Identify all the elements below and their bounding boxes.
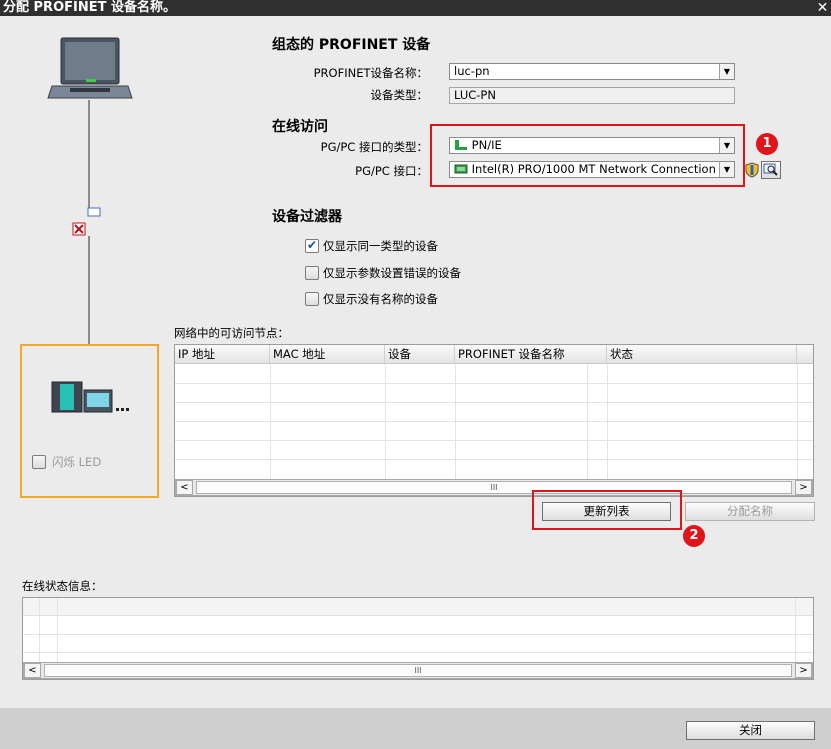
shield-icon[interactable]	[744, 162, 760, 178]
nodes-caption: 网络中的可访问节点：	[174, 326, 289, 340]
close-button[interactable]: 关闭	[686, 721, 815, 740]
network-switch-icon	[87, 207, 101, 217]
nodes-table-header: IP 地址 MAC 地址 设备 PROFINET 设备名称 状态	[175, 345, 813, 364]
annotation-badge-1: 1	[756, 133, 778, 155]
device-filter-title: 设备过滤器	[272, 209, 342, 225]
close-icon[interactable]: ✕	[814, 0, 831, 16]
device-preview-box	[20, 344, 159, 498]
col-ip[interactable]: IP 地址	[175, 345, 270, 364]
filter-param-error-label: 仅显示参数设置错误的设备	[323, 266, 461, 280]
status-info-caption: 在线状态信息：	[22, 579, 103, 593]
scroll-thumb[interactable]: III	[196, 481, 792, 494]
device-name-value: luc-pn	[454, 64, 490, 78]
filter-same-type-label: 仅显示同一类型的设备	[323, 239, 438, 253]
flash-led-checkbox[interactable]	[32, 455, 46, 469]
topology-graphic	[47, 37, 133, 217]
chevron-down-icon[interactable]: ▼	[719, 64, 734, 79]
online-access-title: 在线访问	[272, 119, 328, 135]
plc-device-icon	[51, 381, 129, 413]
device-name-label: PROFINET设备名称：	[313, 66, 428, 80]
assign-name-button[interactable]: 分配名称	[685, 502, 815, 521]
col-status[interactable]: 状态	[607, 345, 797, 364]
filter-no-name-label: 仅显示没有名称的设备	[323, 292, 438, 306]
col-device[interactable]: 设备	[385, 345, 455, 364]
device-type-label: 设备类型：	[370, 88, 429, 102]
flash-led-label: 闪烁 LED	[52, 455, 102, 469]
filter-no-name-checkbox[interactable]	[305, 292, 319, 306]
filter-param-error-checkbox[interactable]	[305, 266, 319, 280]
annotation-box-1	[430, 124, 745, 187]
search-icon	[763, 163, 778, 176]
status-info-grid[interactable]: < III >	[22, 597, 814, 680]
pgpc-interface-label: PG/PC 接口：	[355, 164, 428, 178]
configured-device-title: 组态的 PROFINET 设备	[272, 37, 431, 53]
filter-same-type-checkbox[interactable]	[305, 238, 319, 253]
window-title: 分配 PROFINET 设备名称。	[0, 0, 831, 16]
col-profinet-name[interactable]: PROFINET 设备名称	[455, 345, 607, 364]
pg-laptop-icon	[47, 37, 133, 99]
scroll-right-icon[interactable]: >	[795, 663, 812, 678]
status-hscrollbar[interactable]: < III >	[23, 662, 813, 679]
connection-line	[88, 236, 90, 346]
scroll-thumb[interactable]: III	[44, 664, 792, 677]
device-name-combo[interactable]: luc-pn ▼	[449, 63, 735, 80]
col-mac[interactable]: MAC 地址	[270, 345, 385, 364]
diagnostics-button[interactable]	[761, 161, 781, 179]
nodes-table[interactable]: IP 地址 MAC 地址 设备 PROFINET 设备名称 状态 < III >	[174, 344, 814, 497]
disconnected-icon	[72, 222, 86, 236]
annotation-badge-2: 2	[683, 525, 705, 547]
scroll-left-icon[interactable]: <	[24, 663, 41, 678]
device-type-field: LUC-PN	[449, 87, 735, 104]
scroll-right-icon[interactable]: >	[795, 480, 812, 495]
scroll-left-icon[interactable]: <	[176, 480, 193, 495]
pgpc-type-label: PG/PC 接口的类型：	[320, 140, 428, 154]
annotation-box-2	[532, 490, 682, 530]
nodes-hscrollbar[interactable]: < III >	[175, 479, 813, 496]
